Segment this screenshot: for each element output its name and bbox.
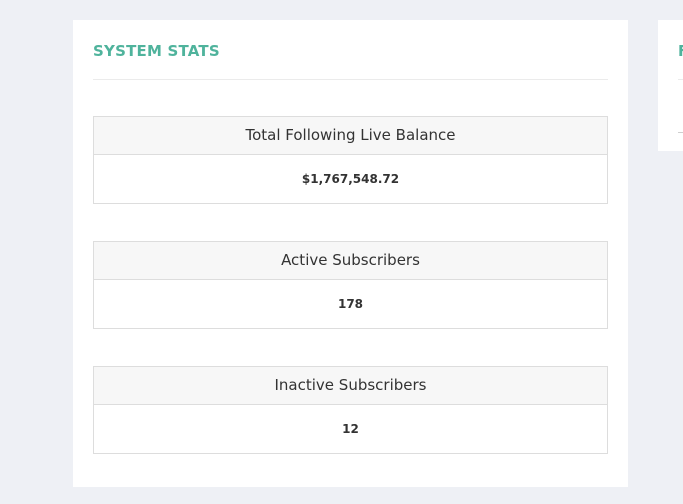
side-panel-line bbox=[678, 132, 683, 133]
stat-label-total-balance: Total Following Live Balance bbox=[94, 117, 607, 155]
system-stats-header: SYSTEM STATS bbox=[93, 20, 608, 80]
stat-value-inactive-subscribers: 12 bbox=[342, 422, 359, 436]
stat-value-active-subscribers: 178 bbox=[337, 297, 364, 311]
stat-value-total-balance: $1,767,548.72 bbox=[301, 172, 400, 186]
side-panel-divider bbox=[678, 79, 683, 80]
stat-card-total-balance: Total Following Live Balance $1,767,548.… bbox=[93, 116, 608, 204]
stat-label-inactive-subscribers: Inactive Subscribers bbox=[94, 367, 607, 405]
side-panel-title: F bbox=[678, 42, 683, 60]
system-stats-title: SYSTEM STATS bbox=[93, 42, 220, 60]
stat-card-inactive-subscribers: Inactive Subscribers 12 bbox=[93, 366, 608, 454]
stat-card-active-subscribers: Active Subscribers 178 bbox=[93, 241, 608, 329]
dashboard-page: SYSTEM STATS Total Following Live Balanc… bbox=[0, 0, 683, 504]
side-panel-partial: F bbox=[658, 20, 683, 151]
stat-label-active-subscribers: Active Subscribers bbox=[94, 242, 607, 280]
system-stats-panel: SYSTEM STATS Total Following Live Balanc… bbox=[73, 20, 628, 487]
